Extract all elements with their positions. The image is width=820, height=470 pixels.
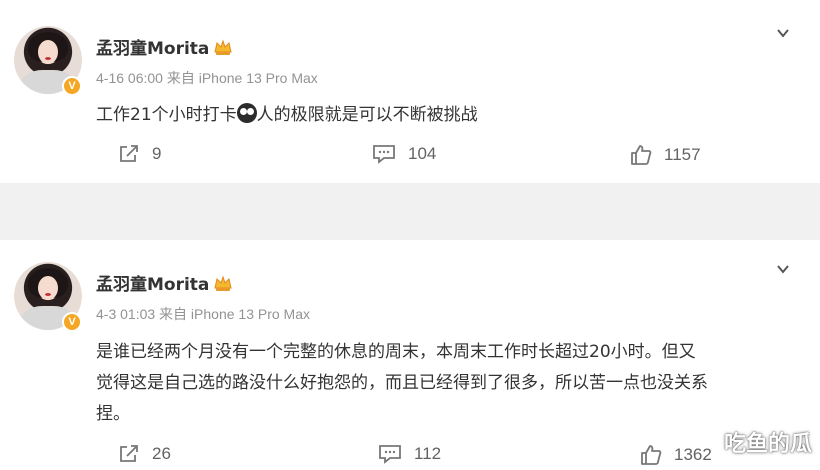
username-text[interactable]: 孟羽童Morita: [96, 270, 209, 295]
chevron-down-icon[interactable]: [776, 26, 790, 40]
like-button[interactable]: 1362: [640, 444, 712, 466]
content-line: 觉得这是自己选的路没什么好抱怨的，而且已经得到了很多，所以苦一点也没关系: [96, 373, 708, 393]
owl-emoji-icon: [236, 103, 257, 123]
post-card-1: V 孟羽童Morita 4-16 06:00 来自 iPhone 13 Pro …: [0, 0, 820, 183]
comment-count: 104: [408, 144, 437, 163]
crown-icon: [214, 38, 233, 55]
content-text: 工作21个小时打卡: [96, 105, 237, 125]
like-icon: [631, 145, 652, 165]
repost-count: 26: [152, 444, 171, 463]
like-count: 1157: [664, 145, 701, 164]
post-content: 是谁已经两个月没有一个完整的休息的周末，本周末工作时长超过20小时。但又 觉得这…: [96, 337, 780, 430]
watermark: 吃鱼的瓜: [723, 432, 812, 457]
like-count: 1362: [674, 445, 712, 464]
comment-button[interactable]: 104: [372, 144, 436, 164]
content-text: 人的极限就是可以不断被挑战: [256, 105, 478, 125]
repost-button[interactable]: 9: [118, 144, 161, 164]
chevron-down-icon[interactable]: [776, 262, 790, 276]
content-line: 捏。: [96, 404, 130, 424]
comment-button[interactable]: 112: [378, 444, 441, 464]
repost-count: 9: [152, 144, 162, 163]
comment-icon: [373, 145, 395, 164]
verified-badge-icon: V: [62, 76, 82, 96]
like-button[interactable]: 1157: [630, 144, 701, 166]
comment-count: 112: [414, 444, 442, 463]
post-meta: 4-16 06:00 来自 iPhone 13 Pro Max: [96, 70, 318, 86]
repost-icon: [120, 445, 138, 462]
verified-badge-icon: V: [62, 312, 82, 332]
content-line: 是谁已经两个月没有一个完整的休息的周末，本周末工作时长超过20小时。但又: [96, 342, 696, 362]
username-text[interactable]: 孟羽童Morita: [96, 34, 209, 59]
repost-icon: [120, 145, 138, 162]
like-icon: [641, 445, 662, 465]
post-card-2: V 孟羽童Morita 4-3 01:03 来自 iPhone 13 Pro M…: [0, 240, 820, 470]
repost-button[interactable]: 26: [118, 444, 171, 464]
post-meta: 4-3 01:03 来自 iPhone 13 Pro Max: [96, 306, 311, 322]
post-content: 工作21个小时打卡 人的极限就是可以不断被挑战: [96, 100, 780, 131]
username[interactable]: 孟羽童Morita: [96, 34, 233, 59]
crown-icon: [214, 274, 233, 291]
username[interactable]: 孟羽童Morita: [96, 270, 233, 295]
comment-icon: [379, 445, 401, 464]
